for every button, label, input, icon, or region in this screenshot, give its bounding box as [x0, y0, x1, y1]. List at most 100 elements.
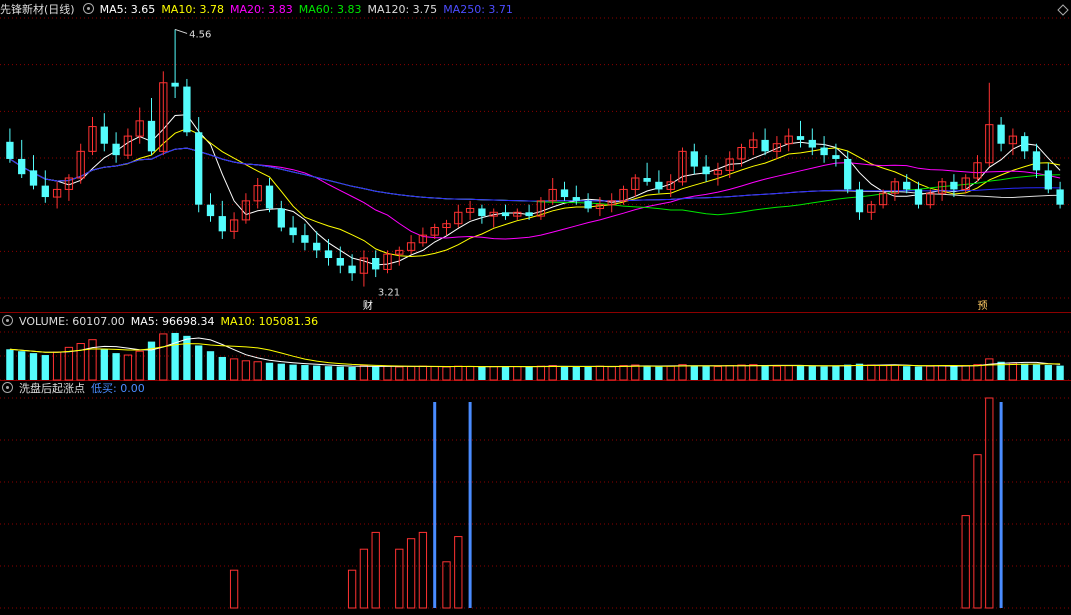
candle-body [903, 181, 911, 190]
candle-body [6, 141, 14, 159]
volume-bar [18, 351, 26, 380]
volume-bar [796, 365, 805, 380]
volume-bar [501, 366, 510, 380]
indicator-bar [454, 536, 463, 609]
volume-bar [761, 365, 769, 380]
indicator-bar [359, 548, 369, 609]
volume-bar [135, 350, 144, 381]
volume-bar [536, 365, 546, 381]
volume-bar [713, 366, 723, 381]
indicator-series [229, 397, 1003, 609]
indicator-bar [406, 538, 416, 609]
candle-body [914, 189, 923, 205]
volume-bar [749, 364, 758, 381]
volume-bar [265, 362, 274, 380]
high-price-label: 4.56 [189, 29, 211, 40]
volume-bar [123, 354, 133, 381]
candle-body [525, 212, 533, 217]
candle-body [655, 181, 663, 190]
volume-bar [961, 365, 970, 381]
volume-bar [195, 345, 203, 380]
volume-bar [418, 365, 428, 381]
volume-bar [1032, 364, 1041, 380]
candle-body [820, 147, 828, 156]
candle-body [761, 139, 769, 152]
volume-bar [655, 366, 663, 380]
candle-body [855, 189, 864, 213]
candle-body [112, 143, 120, 156]
volume-bar [784, 365, 793, 381]
candle-body [1032, 151, 1041, 171]
candle-body [265, 185, 274, 209]
volume-bar [985, 358, 994, 381]
volume-bar [513, 366, 522, 381]
candle-body [336, 258, 344, 266]
candle-body [41, 185, 49, 198]
volume-bar [914, 366, 923, 380]
candle-body [1021, 136, 1029, 152]
volume-bar [584, 366, 592, 380]
volume-bar [383, 365, 392, 381]
volume-bar [560, 366, 569, 380]
volume-bar [241, 360, 251, 381]
ma120-line [9, 147, 1061, 202]
volume-bar [289, 364, 297, 380]
volume-bar [76, 343, 85, 381]
candle-body [478, 208, 486, 217]
candle-body [643, 178, 651, 182]
volume-bar [808, 366, 816, 380]
volume-bar [183, 335, 191, 380]
candle-body [832, 155, 840, 159]
indicator-bar [229, 569, 239, 609]
volume-bar [478, 366, 486, 380]
volume-bar [1044, 365, 1052, 380]
indicator-bar [395, 548, 404, 609]
volume-bar [29, 353, 38, 380]
candle-body [206, 204, 215, 217]
volume-bar [772, 365, 782, 381]
volume-bar [229, 358, 239, 381]
volume-bar [406, 366, 416, 381]
volume-bar [395, 366, 404, 381]
candle-body [560, 189, 569, 198]
candle-body [183, 86, 191, 133]
candle-body [584, 200, 592, 209]
candle-body [1044, 170, 1052, 190]
high-pointer [174, 28, 188, 34]
candle-body [324, 250, 333, 258]
candle-body [147, 120, 156, 152]
finance-marker: 财 [363, 299, 373, 312]
volume-bar [619, 365, 628, 381]
volume-bar [6, 349, 14, 380]
volume-bar [525, 366, 533, 380]
volume-bar [937, 365, 947, 381]
candle-body [1056, 189, 1064, 205]
volume-bar [950, 366, 958, 380]
candle-body [501, 212, 510, 217]
volume-bar [867, 364, 876, 381]
volume-bar [725, 365, 734, 381]
indicator-bar [985, 397, 994, 609]
volume-bar [643, 366, 651, 380]
volume-bar [489, 366, 498, 381]
candle-body [808, 139, 816, 148]
volume-bar [702, 366, 710, 380]
volume-bar [171, 332, 179, 380]
indicator-bar [442, 561, 451, 609]
volume-bar [465, 366, 475, 381]
volume-bar [903, 366, 911, 380]
volume-bar [1056, 365, 1064, 380]
indicator-bar [347, 569, 357, 609]
volume-bar [324, 366, 333, 380]
volume-bar [1021, 363, 1029, 380]
volume-bar [878, 365, 888, 381]
candle-body [348, 265, 356, 274]
diamond-icon [1057, 4, 1069, 16]
volume-bar [112, 353, 120, 380]
volume-bar [607, 366, 616, 381]
volume-bar [372, 366, 380, 380]
candle-body [690, 151, 698, 167]
volume-bar [430, 366, 439, 381]
candle-body [18, 158, 26, 175]
volume-bar [844, 364, 852, 380]
